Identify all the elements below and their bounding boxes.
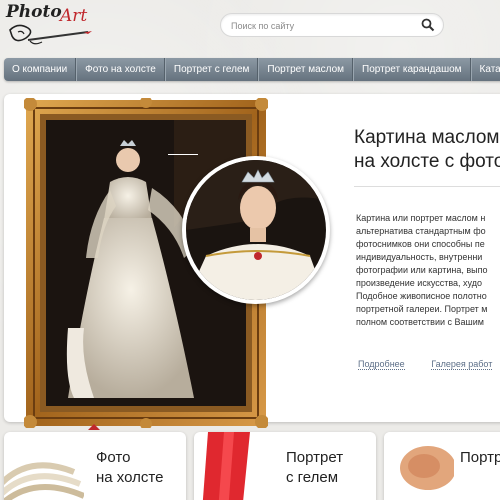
logo-brush-icon: [9, 24, 92, 45]
card-label: Фото на холсте: [96, 448, 163, 488]
description-line: произведение искусства, худо: [356, 278, 483, 288]
card-gel-portrait[interactable]: Портрет с гелем: [194, 432, 376, 500]
nav-item-gel-portrait[interactable]: Портрет с гелем: [164, 58, 259, 81]
canvas-roll-image: [4, 462, 84, 500]
description-line: портретной галереи. Портрет м: [356, 304, 488, 314]
feature-title-line1: Картина маслом: [354, 127, 500, 148]
card-label: Портрет: [460, 448, 500, 468]
skin-closeup-image: [384, 432, 454, 500]
nav-item-catalog[interactable]: Катало: [470, 58, 500, 81]
feature-description: Картина или портрет маслом н альтернатив…: [356, 212, 500, 329]
slide-indicator-arrow: [88, 424, 100, 430]
description-line: индивидуальность, внутренни: [356, 252, 483, 262]
description-line: Подобное живописное полотно: [356, 291, 487, 301]
search-input[interactable]: [231, 18, 411, 34]
feature-title-line2: на холсте с фото: [354, 151, 500, 172]
card-label: Портрет с гелем: [286, 448, 343, 488]
nav-item-pencil-portrait[interactable]: Портрет карандашом: [353, 58, 471, 81]
card-label-line1: Фото: [96, 449, 131, 466]
more-link[interactable]: Подробнее: [358, 359, 405, 370]
feature-links: Подробнее Галерея работ: [358, 359, 500, 370]
title-divider: [354, 186, 500, 187]
gallery-link[interactable]: Галерея работ: [431, 359, 493, 370]
red-ribbon-image: [202, 432, 250, 500]
feature-panel: Картина маслом на холсте с фото Картина …: [4, 94, 500, 428]
nav-item-about[interactable]: О компании: [4, 58, 77, 81]
card-label-line1: Портрет: [460, 449, 500, 466]
zoom-connector-line: [168, 154, 198, 155]
description-line: Картина или портрет маслом н: [356, 213, 486, 223]
description-line: альтернатива стандартным фо: [356, 226, 486, 236]
logo-photo-text: Photo: [6, 2, 62, 22]
description-line: полном соответствии с Вашим: [356, 317, 484, 327]
card-photo-canvas[interactable]: Фото на холсте: [4, 432, 186, 500]
nav-item-photo-canvas[interactable]: Фото на холсте: [76, 58, 165, 81]
feature-title: Картина маслом на холсте с фото: [354, 126, 500, 174]
nav-item-oil-portrait[interactable]: Портрет маслом: [258, 58, 354, 81]
portrait-zoom-circle: [182, 156, 330, 304]
card-label-line2: на холсте: [96, 469, 164, 486]
logo[interactable]: Photo Art: [4, 2, 96, 50]
description-line: фотоснимков они способны пе: [356, 239, 485, 249]
portrait-closeup-image: [186, 160, 326, 300]
main-nav: О компании Фото на холсте Портрет с геле…: [4, 58, 500, 81]
search-icon[interactable]: [421, 18, 435, 32]
card-label-line2: с гелем: [286, 469, 339, 486]
description-line: фотографии или картина, выпо: [356, 265, 488, 275]
header: Photo Art: [0, 0, 500, 58]
search-box: [220, 13, 444, 37]
card-portrait[interactable]: Портрет: [384, 432, 500, 500]
card-label-line1: Портрет: [286, 449, 344, 466]
